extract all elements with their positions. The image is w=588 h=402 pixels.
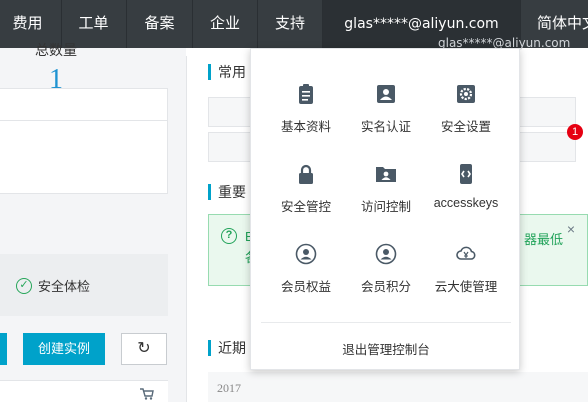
menu-cloud-ambassador[interactable]: 云大使管理 [421,243,511,295]
create-instance-button[interactable]: 创建实例 [23,333,105,365]
member-icon [295,243,317,265]
year-label: 2017 [217,381,241,395]
partial-button[interactable] [0,333,7,365]
question-icon: ? [221,228,237,244]
user-folder-icon [376,167,396,182]
menu-label: 会员积分 [360,280,411,294]
menu-basic-profile[interactable]: 基本资料 [261,83,351,135]
menu-label: 会员权益 [280,280,331,294]
menu-label: 访问控制 [360,200,411,214]
menu-member-points[interactable]: 会员积分 [341,243,431,295]
refresh-icon: ↻ [137,340,151,357]
health-check-label: 安全体检 [38,279,91,294]
menu-member-benefits[interactable]: 会员权益 [261,243,351,295]
menu-label: 实名认证 [360,120,411,134]
count-label: 总数量 [35,42,77,58]
clipboard-icon [299,84,313,104]
id-card-icon [377,85,395,103]
logout-link[interactable]: 退出管理控制台 [251,339,521,358]
count-value[interactable]: 1 [0,64,112,96]
gear-icon [457,85,475,103]
menu-label: 安全管控 [280,200,331,214]
menu-access-control[interactable]: 访问控制 [341,163,431,215]
important-section-title: 重要 [208,184,246,200]
cloud-yen-icon [456,246,476,260]
year-row: 2017 [208,372,588,402]
menu-security-control[interactable]: 安全管控 [261,163,351,215]
cart-icon[interactable] [140,388,154,400]
menu-label: 基本资料 [280,120,331,134]
instance-count-card [0,88,168,194]
menu-label: 安全设置 [440,120,491,134]
key-phone-icon [460,164,472,184]
health-check-link[interactable]: ✓ 安全体检 [16,276,90,295]
common-section-title: 常用 [208,64,246,80]
nav-filing[interactable]: 备案 [126,0,192,48]
menu-label: 云大使管理 [434,280,498,294]
close-icon[interactable]: × [567,221,575,237]
notice-line1-end: 器最低 [523,232,563,247]
check-circle-icon: ✓ [16,277,32,294]
member-points-icon [375,243,397,265]
menu-divider [261,322,511,323]
account-dropdown: 基本资料 实名认证 安全设置 安全管控 访问控制 accesskeys 会员权益… [250,48,520,370]
menu-label: accesskeys [433,196,499,210]
menu-security-settings[interactable]: 安全设置 [421,83,511,135]
recent-section-title: 近期 [208,340,246,356]
lock-icon [299,164,313,184]
notification-badge: 1 [567,124,583,140]
menu-accesskeys[interactable]: accesskeys [421,163,511,210]
refresh-button[interactable]: ↻ [121,333,167,365]
divider [186,56,187,402]
nav-enterprise[interactable]: 企业 [192,0,257,48]
nav-support[interactable]: 支持 [257,0,322,48]
menu-real-name-auth[interactable]: 实名认证 [341,83,431,135]
